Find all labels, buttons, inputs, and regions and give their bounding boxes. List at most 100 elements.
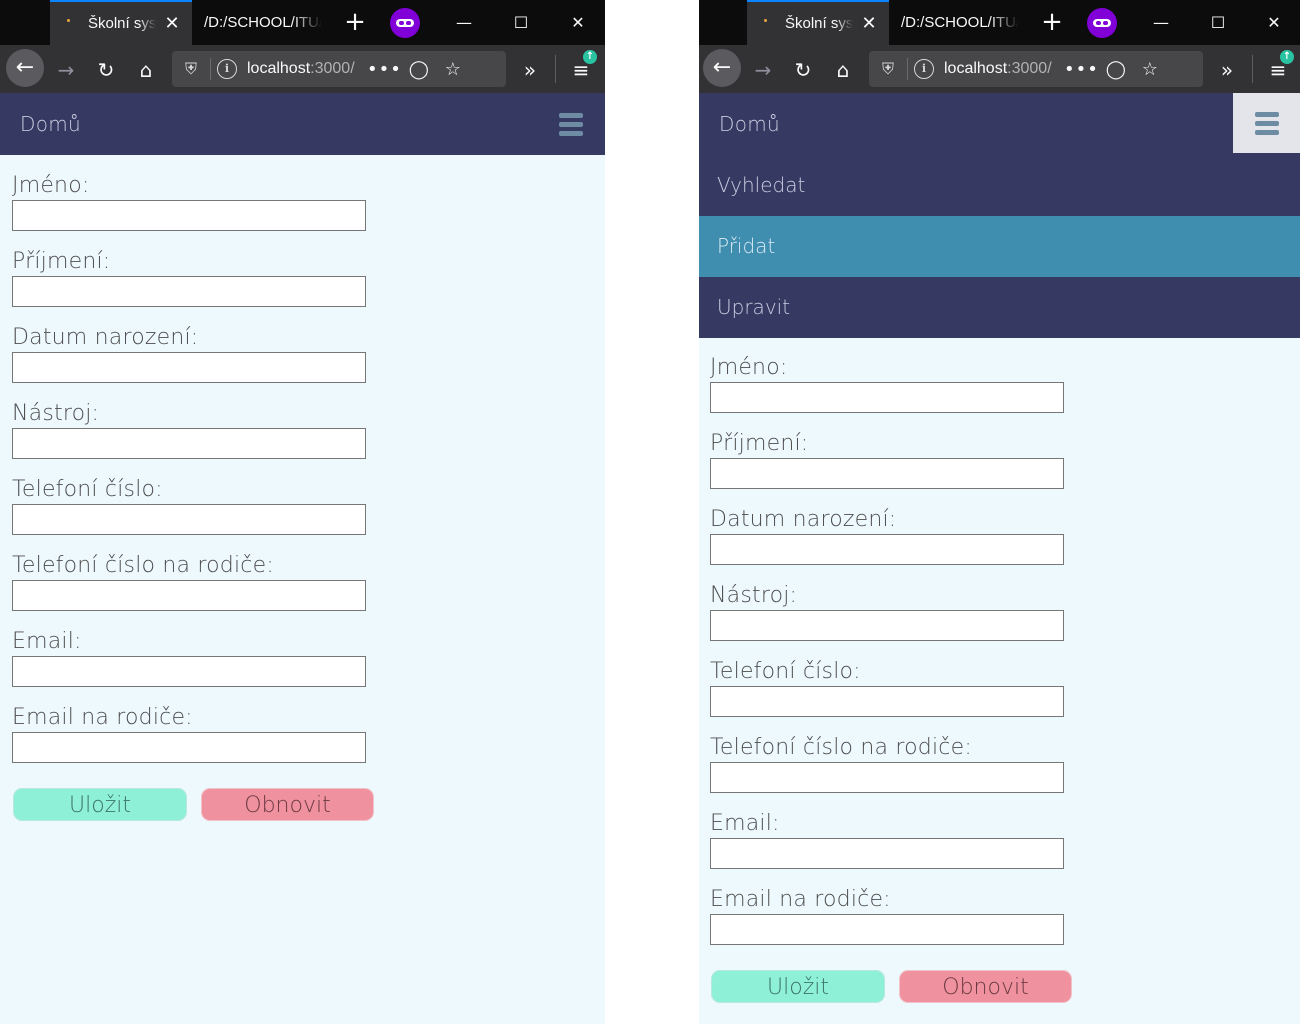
field-label: Email na rodiče:: [12, 705, 193, 730]
loading-spinner-icon: [761, 17, 775, 31]
menu-toggle-button[interactable]: [537, 93, 605, 155]
field-birth-date: Datum narození:: [710, 504, 1064, 580]
close-window-button[interactable]: ✕: [555, 0, 601, 45]
overflow-chevrons-icon[interactable]: »: [514, 54, 546, 86]
form-actions: Uložit Obnovit: [12, 788, 374, 828]
url-bar[interactable]: ⛨ i localhost:3000/ ••• ◯ ☆: [869, 51, 1203, 87]
maximize-button[interactable]: ☐: [498, 0, 544, 45]
reload-icon[interactable]: ↻: [787, 54, 819, 86]
tab-active[interactable]: Školní syst ✕: [50, 0, 192, 45]
email-input[interactable]: [710, 838, 1064, 869]
app-header: Domů: [699, 93, 1300, 155]
field-parent-phone: Telefoní číslo na rodiče:: [710, 732, 1064, 808]
field-label: Telefoní číslo:: [12, 477, 163, 502]
tab-inactive[interactable]: /D:/SCHOOL/ITU/: [889, 0, 1031, 45]
last-name-input[interactable]: [12, 276, 366, 307]
hamburger-icon: [559, 111, 583, 138]
field-email: Email:: [710, 808, 1064, 884]
reset-button[interactable]: Obnovit: [201, 788, 374, 821]
field-birth-date: Datum narození:: [12, 322, 366, 398]
update-badge-icon: ↑: [1280, 50, 1294, 64]
brand-home-link[interactable]: Domů: [20, 93, 81, 155]
field-phone: Telefoní číslo:: [710, 656, 1064, 732]
hamburger-icon: [1255, 110, 1279, 137]
birth-date-input[interactable]: [12, 352, 366, 383]
tab-title: Školní syst: [88, 15, 156, 32]
field-parent-email: Email na rodiče:: [12, 702, 366, 778]
pocket-icon[interactable]: ◯: [1099, 59, 1133, 80]
tab-close-icon[interactable]: ✕: [859, 13, 879, 34]
save-button[interactable]: Uložit: [13, 788, 187, 821]
bookmark-star-icon[interactable]: ☆: [436, 59, 470, 80]
browser-window-menu-expanded: Školní syst ✕ /D:/SCHOOL/ITU/ + — ☐ ✕ ← …: [699, 0, 1300, 1024]
shield-icon[interactable]: ⛨: [178, 59, 204, 79]
field-parent-phone: Telefoní číslo na rodiče:: [12, 550, 366, 626]
tab-close-icon[interactable]: ✕: [162, 13, 182, 34]
tab-strip: Školní syst ✕ /D:/SCHOOL/ITU/ + — ☐ ✕: [0, 0, 605, 45]
field-label: Nástroj:: [12, 401, 100, 426]
instrument-input[interactable]: [710, 610, 1064, 641]
minimize-button[interactable]: —: [1138, 0, 1184, 45]
parent-email-input[interactable]: [710, 914, 1064, 945]
browser-window-menu-collapsed: Školní syst ✕ /D:/SCHOOL/ITU/ + — ☐ ✕ ← …: [0, 0, 605, 1024]
app-header: Domů: [0, 93, 605, 155]
field-parent-email: Email na rodiče:: [710, 884, 1064, 960]
parent-phone-input[interactable]: [12, 580, 366, 611]
menu-item-add[interactable]: Přidat: [699, 216, 1300, 277]
reset-button[interactable]: Obnovit: [899, 970, 1072, 1003]
close-window-button[interactable]: ✕: [1251, 0, 1297, 45]
field-label: Telefoní číslo na rodiče:: [710, 735, 972, 760]
save-button[interactable]: Uložit: [711, 970, 885, 1003]
brand-home-link[interactable]: Domů: [719, 93, 780, 155]
field-label: Telefoní číslo na rodiče:: [12, 553, 274, 578]
maximize-button[interactable]: ☐: [1195, 0, 1241, 45]
pocket-icon[interactable]: ◯: [402, 59, 436, 80]
more-icon[interactable]: •••: [1064, 59, 1099, 80]
first-name-input[interactable]: [12, 200, 366, 231]
parent-email-input[interactable]: [12, 732, 366, 763]
home-icon[interactable]: ⌂: [827, 54, 859, 86]
home-icon[interactable]: ⌂: [130, 54, 162, 86]
phone-input[interactable]: [12, 504, 366, 535]
private-mask-icon: [1087, 8, 1117, 38]
field-phone: Telefoní číslo:: [12, 474, 366, 550]
shield-icon[interactable]: ⛨: [875, 59, 901, 79]
birth-date-input[interactable]: [710, 534, 1064, 565]
menu-item-edit[interactable]: Upravit: [699, 277, 1300, 338]
field-label: Datum narození:: [12, 325, 199, 350]
info-icon[interactable]: i: [217, 59, 237, 79]
new-tab-button[interactable]: +: [340, 7, 370, 37]
forward-arrow-icon[interactable]: →: [50, 54, 82, 86]
reload-icon[interactable]: ↻: [90, 54, 122, 86]
student-form: Jméno: Příjmení: Datum narození: Nástroj…: [12, 170, 374, 828]
info-icon[interactable]: i: [914, 59, 934, 79]
parent-phone-input[interactable]: [710, 762, 1064, 793]
back-arrow-icon[interactable]: ←: [703, 49, 741, 87]
phone-input[interactable]: [710, 686, 1064, 717]
url-text[interactable]: localhost:3000/: [944, 60, 1060, 78]
tab-inactive[interactable]: /D:/SCHOOL/ITU/: [192, 0, 334, 45]
menu-item-search[interactable]: Vyhledat: [699, 155, 1300, 216]
navigation-toolbar: ← → ↻ ⌂ ⛨ i localhost:3000/ ••• ◯ ☆ » ≡ …: [699, 45, 1300, 93]
instrument-input[interactable]: [12, 428, 366, 459]
tab-title: /D:/SCHOOL/ITU/: [204, 14, 322, 31]
forward-arrow-icon[interactable]: →: [747, 54, 779, 86]
email-input[interactable]: [12, 656, 366, 687]
url-text[interactable]: localhost:3000/: [247, 60, 363, 78]
url-bar[interactable]: ⛨ i localhost:3000/ ••• ◯ ☆: [172, 51, 506, 87]
tab-active[interactable]: Školní syst ✕: [747, 0, 889, 45]
overflow-chevrons-icon[interactable]: »: [1211, 54, 1243, 86]
field-label: Email:: [12, 629, 82, 654]
minimize-button[interactable]: —: [441, 0, 487, 45]
private-mask-icon: [390, 8, 420, 38]
menu-toggle-button[interactable]: [1233, 93, 1300, 153]
new-tab-button[interactable]: +: [1037, 7, 1067, 37]
back-arrow-icon[interactable]: ←: [6, 49, 44, 87]
student-form: Jméno: Příjmení: Datum narození: Nástroj…: [710, 352, 1072, 1010]
last-name-input[interactable]: [710, 458, 1064, 489]
more-icon[interactable]: •••: [367, 59, 402, 80]
bookmark-star-icon[interactable]: ☆: [1133, 59, 1167, 80]
update-badge-icon: ↑: [583, 50, 597, 64]
first-name-input[interactable]: [710, 382, 1064, 413]
navigation-toolbar: ← → ↻ ⌂ ⛨ i localhost:3000/ ••• ◯ ☆ » ≡ …: [0, 45, 605, 93]
